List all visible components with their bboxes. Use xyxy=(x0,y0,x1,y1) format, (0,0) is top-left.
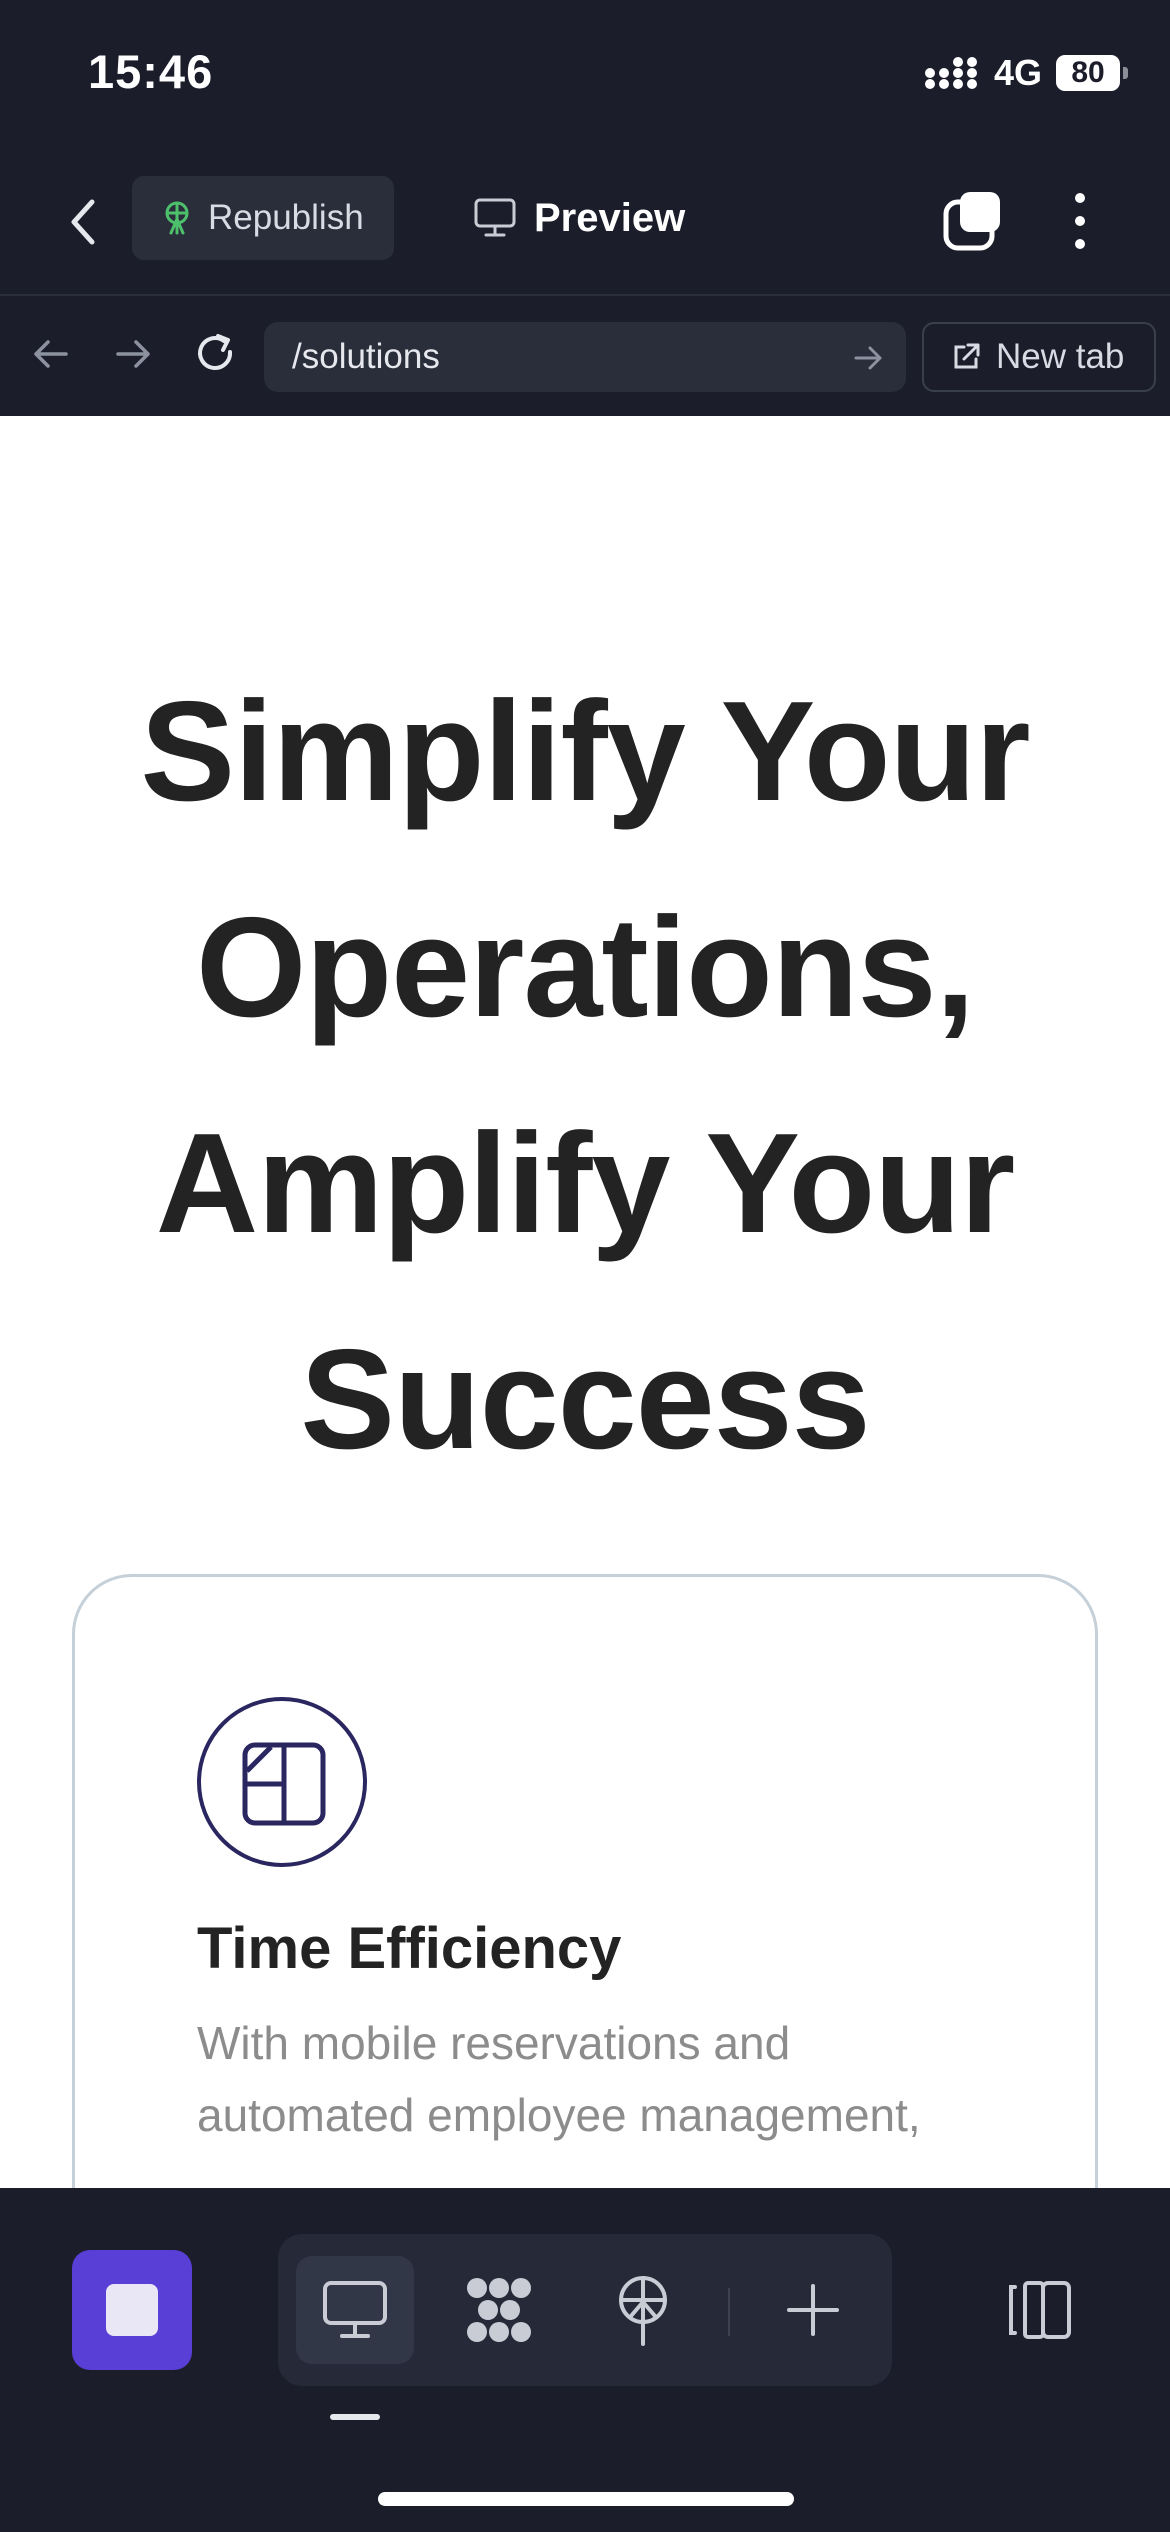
external-link-icon xyxy=(954,343,980,369)
top-toolbar: Republish Preview xyxy=(0,150,1170,294)
active-mode-indicator xyxy=(330,2414,380,2420)
reload-icon[interactable] xyxy=(192,330,240,378)
feature-description: With mobile reservations and automated e… xyxy=(197,2017,921,2141)
desktop-icon xyxy=(323,2281,387,2338)
toolbar-divider xyxy=(728,2288,730,2336)
app-menu-button[interactable] xyxy=(72,2250,192,2370)
hero-line: Operations, xyxy=(195,888,975,1047)
preview-button[interactable]: Preview xyxy=(474,176,685,260)
back-button[interactable] xyxy=(60,190,108,254)
hero-line: Success xyxy=(300,1320,870,1479)
signal-icon xyxy=(924,57,977,89)
side-panel-button[interactable] xyxy=(1000,2250,1076,2370)
bottom-toolbar xyxy=(0,2188,1170,2532)
components-icon xyxy=(467,2278,531,2342)
mode-switcher xyxy=(278,2234,892,2386)
app-square-icon xyxy=(106,2284,158,2336)
hero-line: Simplify Your xyxy=(140,672,1030,831)
preview-label: Preview xyxy=(534,195,686,240)
battery-level: 80 xyxy=(1071,56,1105,89)
add-button[interactable] xyxy=(754,2256,872,2364)
feature-title: Time Efficiency xyxy=(197,1916,622,1981)
hero-heading: Simplify Your Operations, Amplify Your S… xyxy=(0,644,1170,1508)
new-tab-label: New tab xyxy=(996,337,1125,376)
republish-button[interactable]: Republish xyxy=(132,176,394,260)
pages-button[interactable] xyxy=(942,190,1004,252)
url-bar: /solutions New tab xyxy=(0,294,1170,416)
url-path: /solutions xyxy=(292,337,440,376)
antenna-icon xyxy=(165,201,189,235)
status-indicators: 4G 80 xyxy=(924,52,1128,94)
add-icon xyxy=(787,2284,839,2336)
monitor-icon xyxy=(474,198,516,237)
new-tab-button[interactable]: New tab xyxy=(922,322,1156,392)
feature-card: Time Efficiency With mobile reservations… xyxy=(72,1574,1098,2188)
home-indicator[interactable] xyxy=(378,2492,794,2506)
publish-icon xyxy=(619,2276,667,2346)
status-bar: 15:46 4G 80 xyxy=(0,0,1170,150)
more-vertical-icon xyxy=(1075,193,1085,249)
page-preview[interactable]: Simplify Your Operations, Amplify Your S… xyxy=(0,416,1170,2188)
hero-line: Amplify Your xyxy=(155,1104,1016,1263)
chevron-left-icon xyxy=(71,199,95,245)
layers-icon xyxy=(943,192,1000,251)
layout-icon xyxy=(197,1697,367,1867)
network-type: 4G xyxy=(993,52,1042,93)
components-button[interactable] xyxy=(440,2256,558,2364)
more-button[interactable] xyxy=(1060,188,1100,254)
arrow-left-icon[interactable] xyxy=(26,330,74,378)
publish-button[interactable] xyxy=(584,2256,702,2364)
url-input[interactable]: /solutions xyxy=(264,322,906,392)
panel-right-icon xyxy=(1009,2281,1071,2339)
desktop-mode-button[interactable] xyxy=(296,2256,414,2364)
battery-indicator: 80 xyxy=(1056,55,1128,91)
go-arrow-icon[interactable] xyxy=(850,340,886,376)
arrow-right-icon[interactable] xyxy=(110,330,158,378)
republish-label: Republish xyxy=(208,198,364,237)
status-time: 15:46 xyxy=(88,45,214,98)
